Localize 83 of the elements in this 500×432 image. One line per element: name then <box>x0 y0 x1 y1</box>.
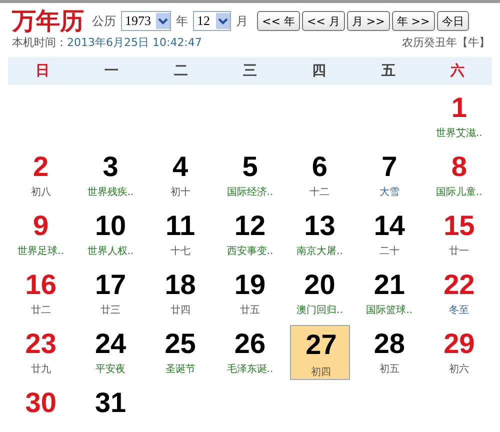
day-note: 世界艾滋.. <box>436 126 482 140</box>
local-time: 2013年6月25日 10:42:47 <box>67 36 202 49</box>
day-cell[interactable]: 30 <box>10 384 71 432</box>
day-cell[interactable]: 15 廿一 <box>429 207 490 262</box>
day-note: 国际经济.. <box>226 186 274 199</box>
day-cell[interactable]: 19 廿五 <box>220 266 280 321</box>
day-note: 西安事变.. <box>226 244 274 258</box>
local-time-label: 本机时间： <box>12 36 67 49</box>
weekday-label: 三 <box>242 62 257 80</box>
day-note: 十七 <box>170 244 190 258</box>
nav-button[interactable]: 月 >> <box>346 11 390 31</box>
day-cell[interactable]: 6 十二 <box>290 148 350 203</box>
weekday-label: 五 <box>381 62 396 80</box>
dropdown-icon <box>216 13 230 29</box>
day-note: 廿三 <box>100 304 121 317</box>
nav-button[interactable]: << 月 <box>302 11 345 31</box>
day-note: 大雪 <box>379 186 400 199</box>
weekday-label: 四 <box>312 62 326 80</box>
day-cell[interactable]: 4 初十 <box>150 148 210 203</box>
day-cell[interactable]: 5 国际经济.. <box>220 148 280 203</box>
day-note: 初八 <box>30 186 51 199</box>
day-cell[interactable]: 25 圣诞节 <box>150 325 210 380</box>
day-cell[interactable]: 29 初六 <box>429 325 490 380</box>
day-note: 初四 <box>311 366 332 379</box>
year-select[interactable]: 1973 <box>121 11 171 31</box>
day-note: 平安夜 <box>96 362 126 376</box>
day-cell[interactable]: 1 世界艾滋.. <box>429 89 490 144</box>
day-note: 廿四 <box>170 304 190 317</box>
day-cell[interactable]: 23 廿九 <box>10 325 71 380</box>
day-note: 初五 <box>379 362 400 376</box>
day-note: 世界人权.. <box>87 244 134 258</box>
day-note: 国际篮球.. <box>366 304 413 317</box>
day-cell[interactable]: 24 平安夜 <box>80 325 141 380</box>
day-cell[interactable]: 17 廿三 <box>80 266 141 321</box>
month-unit: 月 <box>236 12 248 30</box>
day-note: 圣诞节 <box>165 362 196 376</box>
weekday-label: 六 <box>450 62 464 80</box>
day-note: 十二 <box>310 186 330 199</box>
day-cell[interactable]: 10 世界人权.. <box>80 207 141 262</box>
day-note: 南京大屠.. <box>296 244 343 258</box>
day-cell[interactable]: 22 冬至 <box>429 266 490 321</box>
day-cell[interactable]: 14 二十 <box>359 207 420 262</box>
day-cell[interactable]: 3 世界残疾.. <box>80 148 141 203</box>
day-cell[interactable]: 2 初八 <box>10 148 71 203</box>
day-cell[interactable]: 20 澳门回归.. <box>290 266 350 321</box>
nav-button[interactable]: << 年 <box>257 11 300 31</box>
day-cell[interactable]: 27 初四 <box>290 325 350 380</box>
day-cell[interactable]: 13 南京大屠.. <box>290 207 350 262</box>
nav-button[interactable]: 今日 <box>436 11 469 31</box>
app-logo: 万年历 <box>12 5 84 37</box>
day-cell[interactable]: 26 毛泽东诞.. <box>220 325 280 380</box>
day-note: 廿一 <box>449 244 470 258</box>
year-unit: 年 <box>176 12 188 30</box>
day-note: 廿五 <box>240 304 260 317</box>
day-cell[interactable]: 16 廿二 <box>10 266 71 321</box>
nav-button[interactable]: 年 >> <box>392 11 435 31</box>
day-cell[interactable]: 18 廿四 <box>150 266 210 321</box>
day-note: 世界残疾.. <box>87 186 134 199</box>
day-cell[interactable]: 12 西安事变.. <box>220 207 280 262</box>
day-note: 廿二 <box>30 304 51 317</box>
day-cell[interactable]: 9 世界足球.. <box>10 207 71 262</box>
day-cell[interactable]: 21 国际篮球.. <box>359 266 420 321</box>
calendar-label: 公历 <box>92 12 116 30</box>
day-cell[interactable]: 31 <box>80 384 141 432</box>
day-cell[interactable]: 8 国际儿童.. <box>429 148 490 203</box>
weekday-label: 一 <box>104 62 119 80</box>
lunar-year: 农历癸丑年【牛】 <box>402 35 490 50</box>
day-note: 毛泽东诞.. <box>226 362 274 376</box>
day-note: 初六 <box>449 362 470 376</box>
dropdown-icon <box>156 13 170 29</box>
weekday-label: 日 <box>36 62 50 80</box>
month-select[interactable]: 12 <box>193 11 231 31</box>
day-cell[interactable]: 11 十七 <box>150 207 210 262</box>
day-note: 二十 <box>379 244 400 258</box>
day-note: 国际儿童.. <box>436 186 482 199</box>
weekday-label: 二 <box>174 62 188 80</box>
day-note: 冬至 <box>449 304 470 317</box>
day-cell[interactable]: 7 大雪 <box>359 148 420 203</box>
day-note: 初十 <box>170 186 190 199</box>
day-note: 廿九 <box>30 362 51 376</box>
day-note: 澳门回归.. <box>296 304 343 317</box>
day-cell[interactable]: 28 初五 <box>359 325 420 380</box>
day-note: 世界足球.. <box>18 244 64 258</box>
